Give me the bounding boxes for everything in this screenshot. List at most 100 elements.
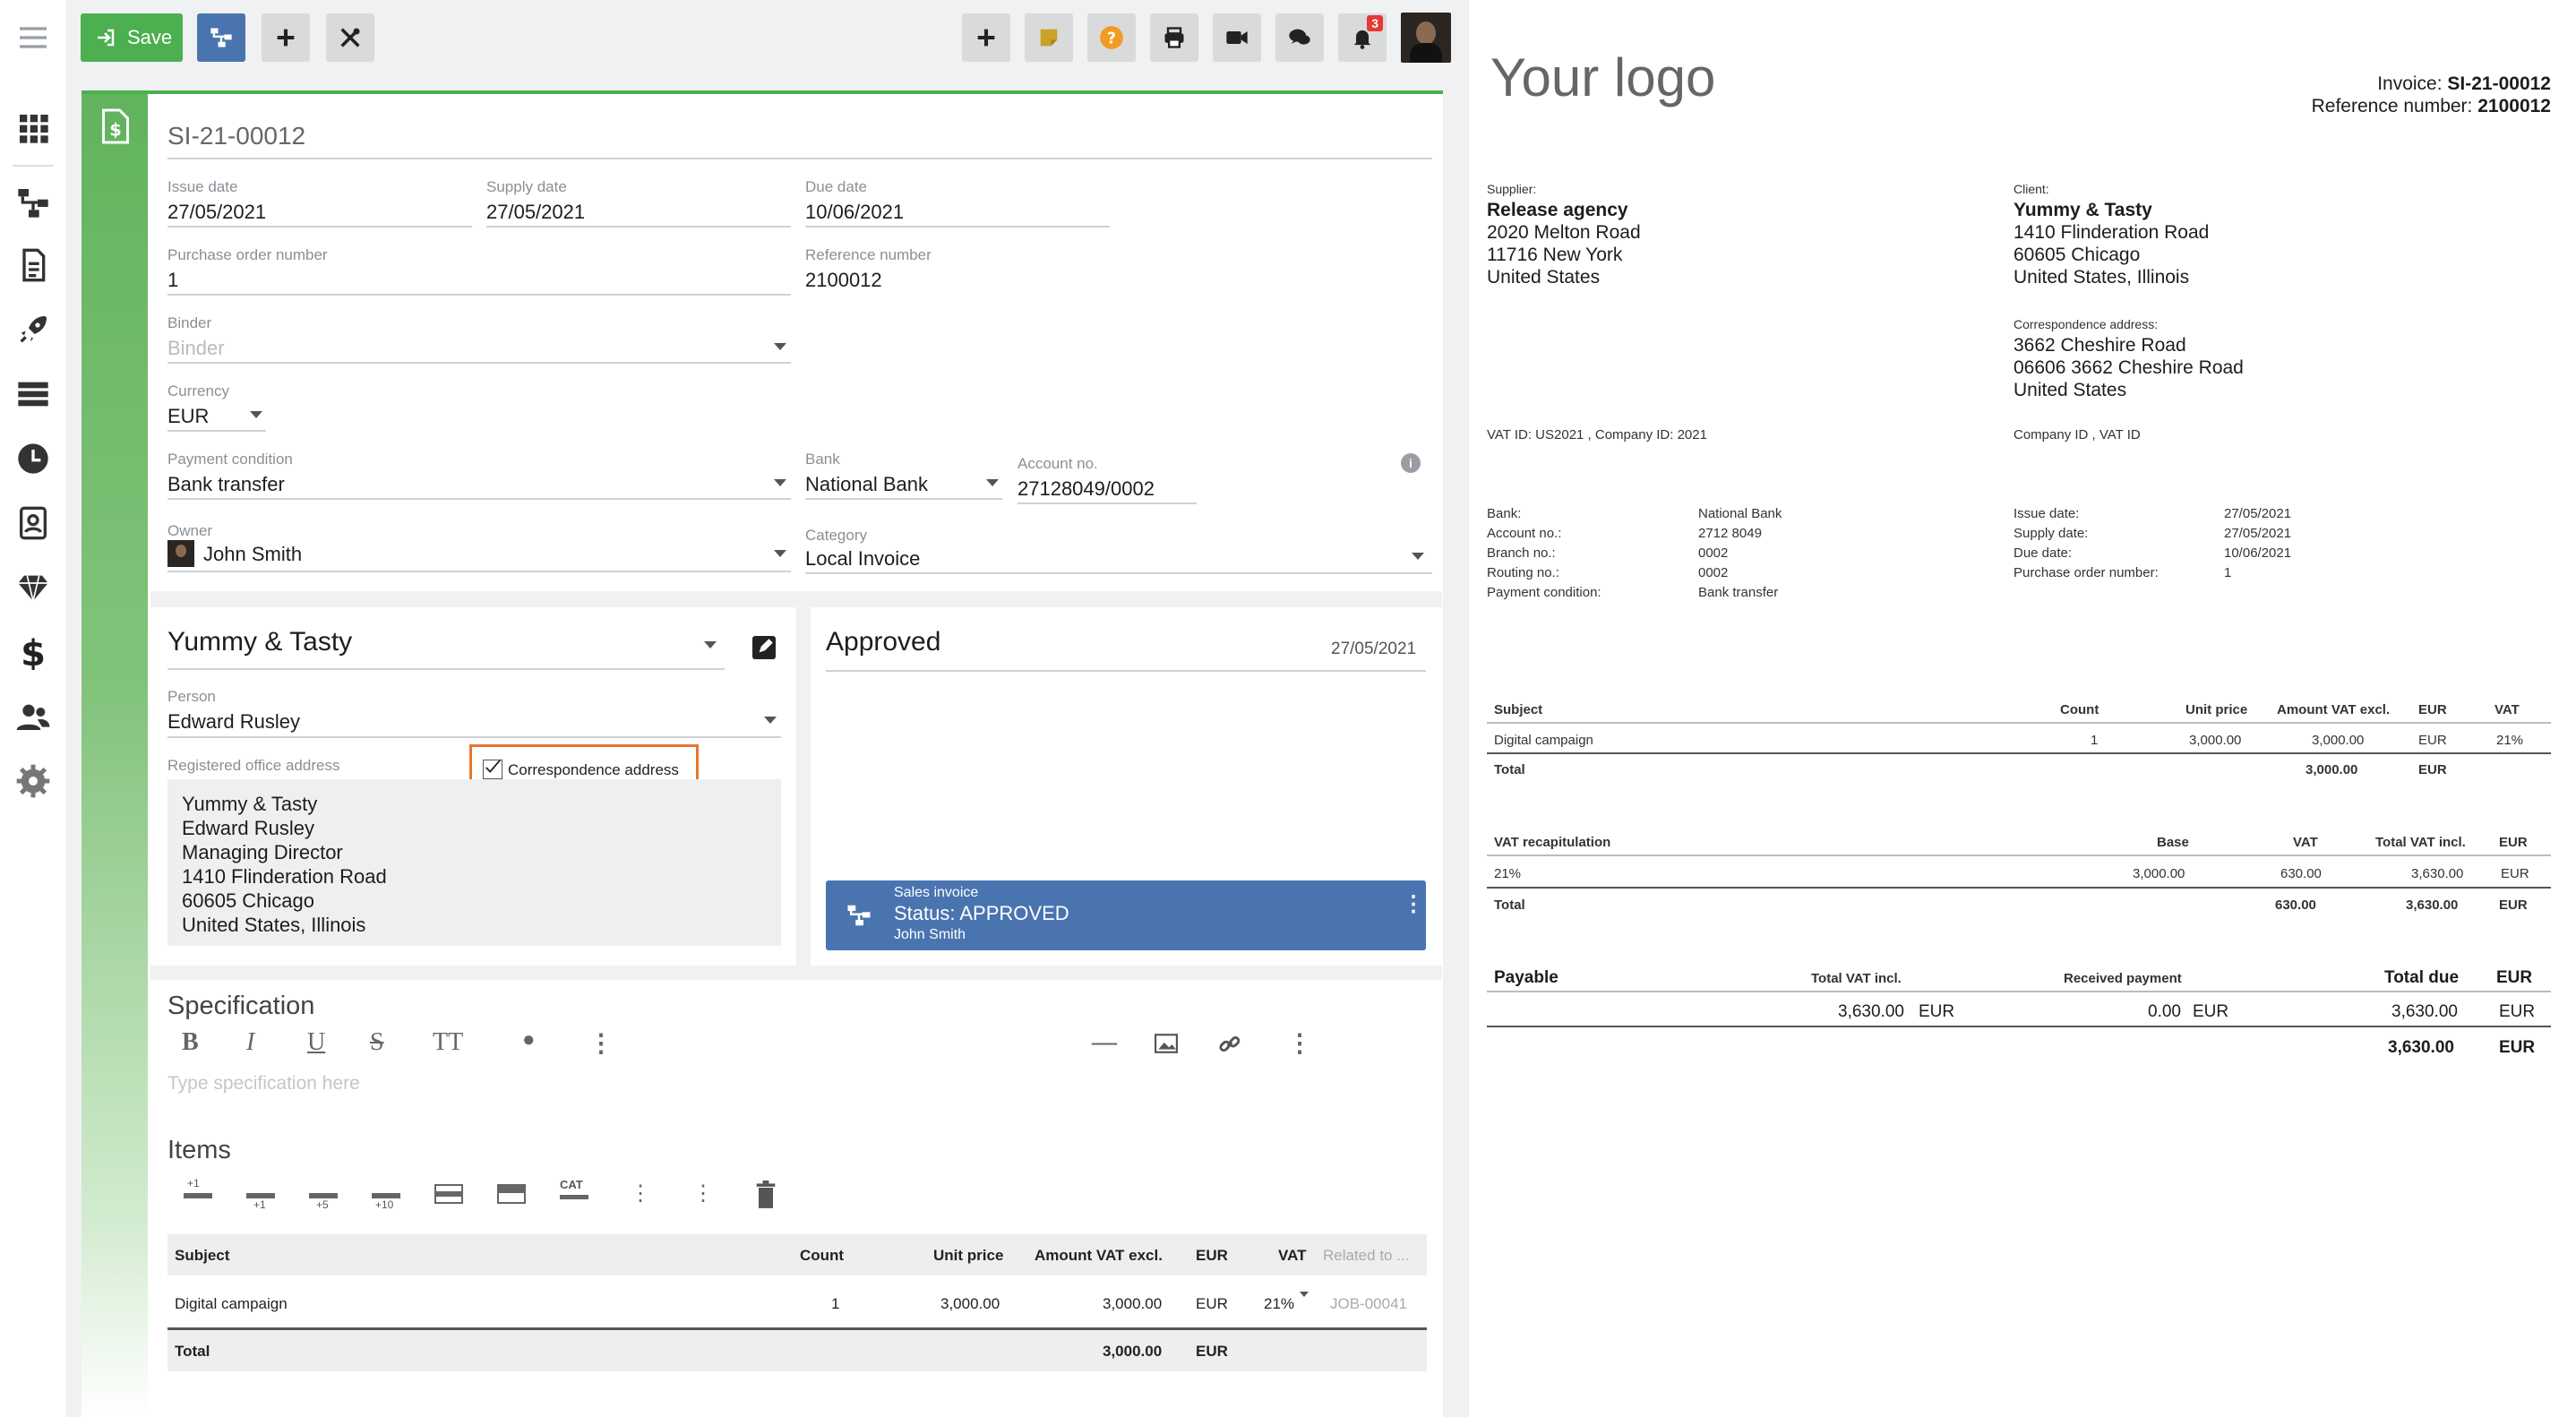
cell-subject[interactable]: Digital campaign bbox=[175, 1295, 288, 1313]
pv-pay-total-incl-value: 3,630.00 bbox=[1838, 1002, 1904, 1021]
apps-grid-icon[interactable] bbox=[15, 110, 51, 146]
bank-select[interactable]: National Bank bbox=[805, 473, 928, 496]
rocket-icon[interactable] bbox=[15, 312, 51, 348]
dollar-icon[interactable]: $ bbox=[15, 633, 51, 674]
binder-label: Binder bbox=[167, 314, 212, 331]
person-caret-icon[interactable] bbox=[764, 717, 777, 724]
tools-icon bbox=[340, 28, 360, 47]
settings-gear-icon[interactable] bbox=[15, 763, 51, 799]
cell-vat[interactable]: 21% bbox=[1264, 1295, 1294, 1313]
currency-select[interactable]: EUR bbox=[167, 405, 209, 428]
help-button[interactable]: ? bbox=[1087, 13, 1136, 62]
diamond-icon[interactable] bbox=[15, 570, 51, 605]
pv-divider bbox=[1487, 854, 2551, 856]
preview-ref-line: Reference number: 2100012 bbox=[2312, 96, 2551, 117]
payment-caret-icon[interactable] bbox=[774, 479, 786, 486]
pv-col-vat: VAT bbox=[2494, 702, 2520, 717]
clock-icon[interactable] bbox=[15, 441, 51, 477]
insert-link-icon[interactable] bbox=[1217, 1032, 1242, 1057]
strikethrough-icon[interactable]: S bbox=[370, 1028, 384, 1057]
payment-underline bbox=[167, 498, 791, 500]
tools-button[interactable] bbox=[326, 13, 374, 62]
workflow-status-card[interactable]: Sales invoice Status: APPROVED John Smit… bbox=[826, 880, 1426, 950]
binder-select[interactable]: Binder bbox=[167, 337, 225, 360]
supply-date-field[interactable]: 27/05/2021 bbox=[486, 201, 585, 224]
info-icon[interactable]: i bbox=[1401, 453, 1421, 473]
person-select[interactable]: Edward Rusley bbox=[167, 710, 300, 734]
pv-divider bbox=[1487, 887, 2551, 889]
po-number-field[interactable]: 1 bbox=[167, 269, 178, 292]
insert-image-icon[interactable] bbox=[1155, 1034, 1178, 1053]
date-value: 27/05/2021 bbox=[2224, 506, 2292, 521]
text-color-icon[interactable]: ● bbox=[522, 1028, 536, 1052]
workflow-button[interactable] bbox=[197, 13, 245, 62]
badge: +1 bbox=[187, 1177, 200, 1189]
pv-col-count: Count bbox=[2060, 702, 2099, 717]
checkbox-box[interactable] bbox=[483, 760, 502, 779]
document-type-band: $ bbox=[82, 94, 148, 1417]
workflow-icon[interactable] bbox=[15, 185, 51, 220]
cell-count[interactable]: 1 bbox=[831, 1295, 839, 1313]
binder-caret-icon[interactable] bbox=[774, 343, 786, 350]
spec-more-right-icon[interactable]: ⋮ bbox=[1287, 1028, 1312, 1059]
pv-item-currency: EUR bbox=[2418, 733, 2447, 748]
table-row[interactable]: Digital campaign 1 3,000.00 3,000.00 EUR… bbox=[167, 1283, 1427, 1324]
move-down-icon[interactable]: ⋮ bbox=[630, 1181, 651, 1207]
cell-unit-price[interactable]: 3,000.00 bbox=[940, 1295, 1000, 1313]
column-options-icon[interactable]: ⋮ bbox=[692, 1181, 714, 1207]
add-button[interactable] bbox=[262, 13, 310, 62]
horizontal-rule-icon[interactable]: — bbox=[1092, 1028, 1117, 1057]
insert-subtotal-icon[interactable] bbox=[434, 1184, 463, 1204]
bold-icon[interactable]: B bbox=[182, 1028, 199, 1057]
pv-divider bbox=[1487, 752, 2551, 754]
document-icon[interactable] bbox=[15, 247, 51, 283]
category-select[interactable]: Local Invoice bbox=[805, 547, 920, 571]
category-caret-icon[interactable] bbox=[1412, 553, 1424, 560]
card-menu-icon[interactable]: ⋮ bbox=[1403, 894, 1424, 915]
owner-caret-icon[interactable] bbox=[774, 550, 786, 557]
catalog-icon[interactable]: CAT bbox=[560, 1177, 588, 1199]
reference-number-field[interactable]: 2100012 bbox=[805, 269, 882, 292]
cell-related[interactable]: JOB-00041 bbox=[1330, 1295, 1407, 1313]
edit-client-icon[interactable] bbox=[752, 636, 776, 659]
user-avatar[interactable] bbox=[1401, 13, 1451, 63]
spec-more-icon[interactable]: ⋮ bbox=[588, 1028, 614, 1059]
hamburger-menu-icon[interactable] bbox=[15, 20, 51, 56]
currency-caret-icon[interactable] bbox=[250, 411, 262, 418]
sticky-note-button[interactable] bbox=[1025, 13, 1073, 62]
underline-icon[interactable]: U bbox=[307, 1028, 325, 1057]
pv-item-amount: 3,000.00 bbox=[2312, 733, 2365, 748]
print-button[interactable] bbox=[1150, 13, 1198, 62]
new-button[interactable] bbox=[962, 13, 1010, 62]
account-no-field[interactable]: 27128049/0002 bbox=[1018, 477, 1155, 501]
users-icon[interactable] bbox=[15, 699, 51, 734]
client-name-select[interactable]: Yummy & Tasty bbox=[167, 627, 352, 657]
list-stack-icon[interactable] bbox=[15, 376, 51, 412]
issue-date-field[interactable]: 27/05/2021 bbox=[167, 201, 266, 224]
pv-items-total-currency: EUR bbox=[2418, 762, 2447, 777]
preview-ref-number: 2100012 bbox=[2477, 96, 2551, 116]
pv-pay-total: 3,630.00 bbox=[2388, 1038, 2454, 1057]
insert-text-row-icon[interactable] bbox=[497, 1184, 526, 1204]
address-label: Registered office address bbox=[167, 757, 340, 774]
save-button[interactable]: Save bbox=[81, 13, 183, 62]
chat-button[interactable] bbox=[1275, 13, 1324, 62]
contacts-icon[interactable] bbox=[15, 505, 51, 541]
due-date-field[interactable]: 10/06/2021 bbox=[805, 201, 904, 224]
owner-select[interactable]: John Smith bbox=[203, 543, 302, 566]
specification-input[interactable]: Type specification here bbox=[167, 1073, 360, 1095]
notifications-button[interactable]: 3 bbox=[1338, 13, 1387, 62]
client-caret-icon[interactable] bbox=[704, 641, 717, 648]
italic-icon[interactable]: I bbox=[246, 1028, 254, 1057]
document-number: SI-21-00012 bbox=[167, 122, 306, 150]
client-line: United States, Illinois bbox=[2014, 267, 2190, 288]
bank-caret-icon[interactable] bbox=[986, 479, 999, 486]
video-call-button[interactable] bbox=[1213, 13, 1261, 62]
payment-condition-select[interactable]: Bank transfer bbox=[167, 473, 285, 496]
trash-icon[interactable] bbox=[753, 1181, 778, 1209]
pv-pay-total-incl: Total VAT incl. bbox=[1811, 971, 1902, 986]
vat-caret-icon[interactable] bbox=[1300, 1292, 1309, 1297]
owner-avatar bbox=[167, 540, 194, 567]
invoice-document-icon: $ bbox=[102, 108, 129, 144]
text-size-icon[interactable]: TT bbox=[433, 1028, 463, 1057]
